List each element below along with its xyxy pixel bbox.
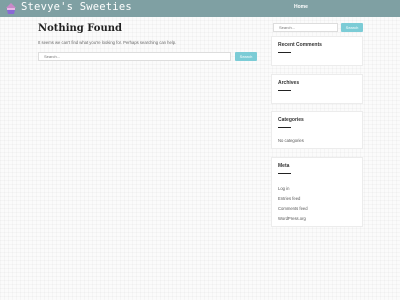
widget-title-categories: Categories [278,117,304,123]
widget-title-archives: Archives [278,80,300,86]
archives-widget: Archives [271,74,363,104]
meta-link-entries-feed[interactable]: Entries feed [278,196,300,201]
categories-widget: Categories No categories [271,111,363,149]
meta-list-item: Comments feed [278,206,308,216]
cupcake-icon[interactable] [4,2,18,15]
main-search-form: Search [38,52,258,61]
sidebar-search-form: Search [273,23,363,32]
meta-link-wordpress-org[interactable]: WordPress.org [278,216,306,221]
widget-title-recent-comments: Recent Comments [278,42,322,48]
meta-list-item: WordPress.org [278,216,308,226]
meta-list-item: Entries feed [278,196,308,206]
page-title: Nothing Found [38,23,122,34]
site-title[interactable]: Stevye's Sweeties [21,1,132,13]
site-header: Stevye's Sweeties Home [0,0,400,17]
main-search-input[interactable] [38,52,231,61]
meta-link-comments-feed[interactable]: Comments feed [278,206,308,211]
widget-title-meta: Meta [278,163,290,169]
recent-comments-widget: Recent Comments [271,36,363,66]
nav-home-link[interactable]: Home [294,4,308,10]
main-search-button[interactable]: Search [235,52,257,61]
main-content: Nothing Found It seems we can't find wha… [38,22,260,61]
widget-divider [278,90,291,91]
widget-divider [278,173,291,174]
sidebar-search-input[interactable] [273,23,338,32]
meta-links-list: Log in Entries feed Comments feed WordPr… [278,186,308,226]
not-found-message: It seems we can't find what you're looki… [38,40,177,45]
no-categories-text: No categories [278,138,304,143]
sidebar-search-button[interactable]: Search [341,23,363,32]
meta-widget: Meta Log in Entries feed Comments feed W… [271,157,363,227]
widget-divider [278,127,291,128]
widget-divider [278,52,291,53]
meta-link-log-in[interactable]: Log in [278,186,289,191]
meta-list-item: Log in [278,186,308,196]
